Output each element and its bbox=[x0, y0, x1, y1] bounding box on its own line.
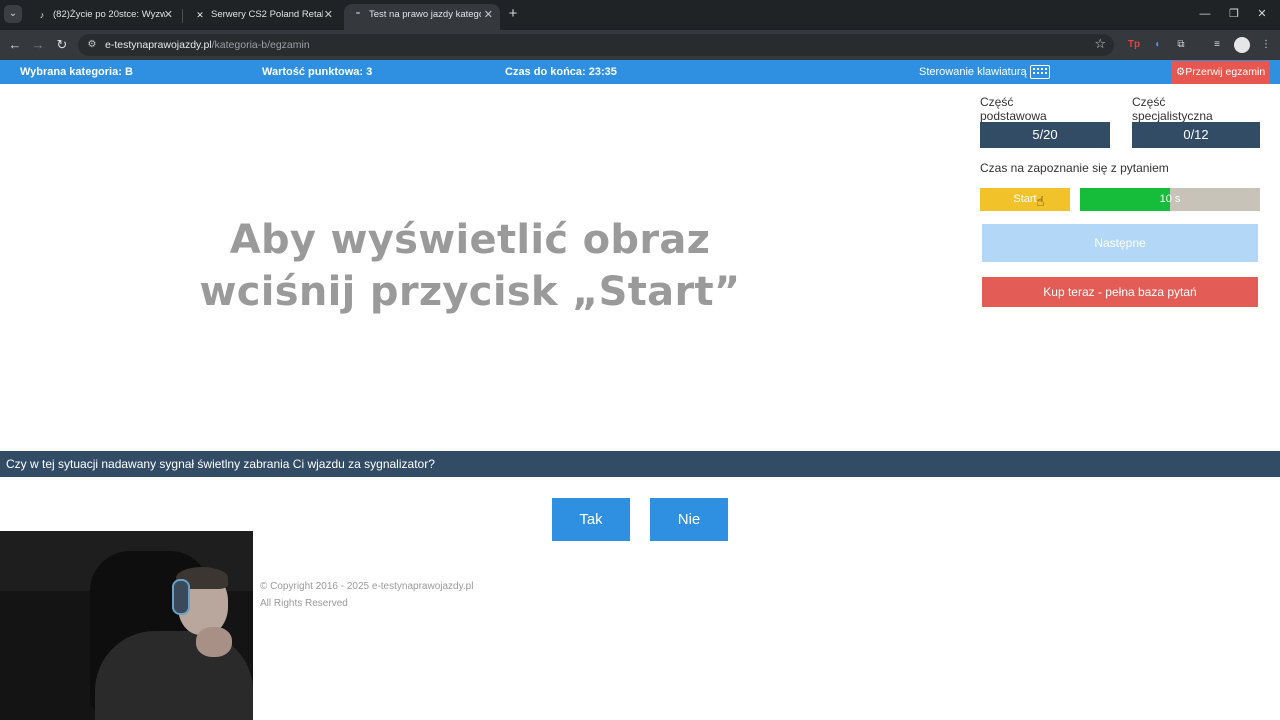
webcam-overlay bbox=[0, 531, 253, 720]
next-button[interactable]: Następne bbox=[982, 224, 1258, 262]
url-domain: e-testynaprawojazdy.pl bbox=[105, 39, 212, 51]
answer-yes-button[interactable]: Tak bbox=[552, 498, 630, 541]
close-tab-icon[interactable]: ✕ bbox=[484, 4, 493, 26]
exam-header: Wybrana kategoria: B Wartość punktowa: 3… bbox=[0, 60, 1280, 84]
tab-title: Test na prawo jazdy kategorii B bbox=[369, 9, 481, 20]
media-message-line-2: wciśnij przycisk „Start” bbox=[199, 269, 741, 315]
extension-red-icon[interactable]: Tp bbox=[1126, 37, 1142, 53]
tab-cs2[interactable]: ✕Serwery CS2 Poland Retake – n ✕ bbox=[186, 4, 340, 30]
specialist-part-counter: 0/12 bbox=[1132, 122, 1260, 148]
cs2-icon: ✕ bbox=[196, 10, 204, 20]
restore-icon[interactable]: ❐ bbox=[1224, 5, 1244, 23]
copyright-text: © Copyright 2016 - 2025 e-testynaprawoja… bbox=[260, 581, 474, 592]
site-favicon: ⁼ bbox=[355, 10, 361, 20]
tab-tiktok[interactable]: ♪ (82)Życie po 20stce: Wyzwania ✕ bbox=[28, 4, 180, 30]
reload-icon[interactable]: ↻ bbox=[53, 36, 71, 54]
stop-exam-label: Przerwij egzamin bbox=[1185, 66, 1266, 78]
specialist-part-label: Część specjalistyczna bbox=[1132, 95, 1213, 123]
close-tab-icon[interactable]: ✕ bbox=[164, 4, 173, 26]
tiktok-icon: ♪ bbox=[39, 10, 45, 20]
question-text: Czy w tej sytuacji nadawany sygnał świet… bbox=[0, 451, 1280, 477]
stop-exam-button[interactable]: ⚙Przerwij egzamin bbox=[1171, 61, 1270, 84]
stop-icon: ⚙ bbox=[1175, 66, 1186, 78]
close-tab-icon[interactable]: ✕ bbox=[324, 4, 333, 26]
answer-no-button[interactable]: Nie bbox=[650, 498, 728, 541]
extension-audio-icon[interactable]: ◖ bbox=[1149, 37, 1165, 53]
time-remaining: Czas do końca: 23:35 bbox=[505, 66, 617, 78]
menu-dots-icon[interactable]: ⋮ bbox=[1258, 37, 1274, 53]
extensions-puzzle-icon[interactable]: ⧉ bbox=[1173, 37, 1189, 53]
new-tab-plus-icon[interactable]: + bbox=[505, 5, 521, 23]
review-timer-bar: 10 s bbox=[1080, 188, 1260, 211]
url-path: /kategoria-b/egzamin bbox=[211, 39, 310, 51]
keyboard-control-label[interactable]: Sterowanie klawiaturą bbox=[919, 60, 1027, 84]
browser-tab-bar: ⌄ ♪(82)Życie po 20stce: Wyzwania ✕ ✕Serw… bbox=[0, 0, 1280, 30]
forward-arrow-icon[interactable]: → bbox=[29, 36, 47, 54]
tab-search-icon[interactable]: ⌄ bbox=[4, 5, 22, 23]
tab-exam[interactable]: ⁼ Test na prawo jazdy kategorii B ✕ bbox=[344, 4, 500, 30]
tab-title: (82)Życie po 20stce: Wyzwania bbox=[53, 9, 165, 20]
url-text: e-testynaprawojazdy.pl/kategoria-b/egzam… bbox=[105, 34, 310, 56]
keyboard-icon[interactable] bbox=[1030, 65, 1050, 79]
review-timer-value: 10 s bbox=[1159, 193, 1181, 205]
media-placeholder: Aby wyświetlić obraz wciśnij przycisk „S… bbox=[160, 214, 780, 318]
browser-toolbar: ← → ↻ ⚙ e-testynaprawojazdy.pl/kategoria… bbox=[0, 30, 1280, 60]
media-message-line-1: Aby wyświetlić obraz bbox=[229, 217, 711, 263]
selected-category: Wybrana kategoria: B bbox=[20, 66, 133, 78]
buy-full-database-button[interactable]: Kup teraz - pełna baza pytań bbox=[982, 277, 1258, 307]
tab-divider bbox=[182, 9, 183, 23]
bookmark-star-icon[interactable]: ☆ bbox=[1094, 36, 1106, 52]
review-time-label: Czas na zapoznanie się z pytaniem bbox=[980, 161, 1169, 175]
hand-cursor-icon: ☝ bbox=[1036, 193, 1045, 209]
start-button[interactable]: Start bbox=[980, 188, 1070, 211]
site-info-icon[interactable]: ⚙ bbox=[85, 38, 99, 52]
profile-avatar[interactable] bbox=[1234, 37, 1250, 53]
headset-icon bbox=[172, 579, 190, 615]
back-arrow-icon[interactable]: ← bbox=[6, 36, 24, 54]
minimize-icon[interactable]: — bbox=[1195, 5, 1215, 23]
basic-part-label: Część podstawowa bbox=[980, 95, 1047, 123]
media-controls-icon[interactable]: ≡ bbox=[1209, 37, 1225, 53]
webcam-person-hand bbox=[196, 627, 232, 657]
footer-copyright: © Copyright 2016 - 2025 e-testynaprawoja… bbox=[260, 578, 473, 612]
rights-text: All Rights Reserved bbox=[260, 598, 348, 609]
tab-title: Serwery CS2 Poland Retake – n bbox=[211, 9, 323, 20]
close-window-icon[interactable]: ✕ bbox=[1252, 5, 1272, 23]
address-bar[interactable]: ⚙ e-testynaprawojazdy.pl/kategoria-b/egz… bbox=[78, 34, 1114, 56]
point-value: Wartość punktowa: 3 bbox=[262, 66, 373, 78]
basic-part-counter: 5/20 bbox=[980, 122, 1110, 148]
